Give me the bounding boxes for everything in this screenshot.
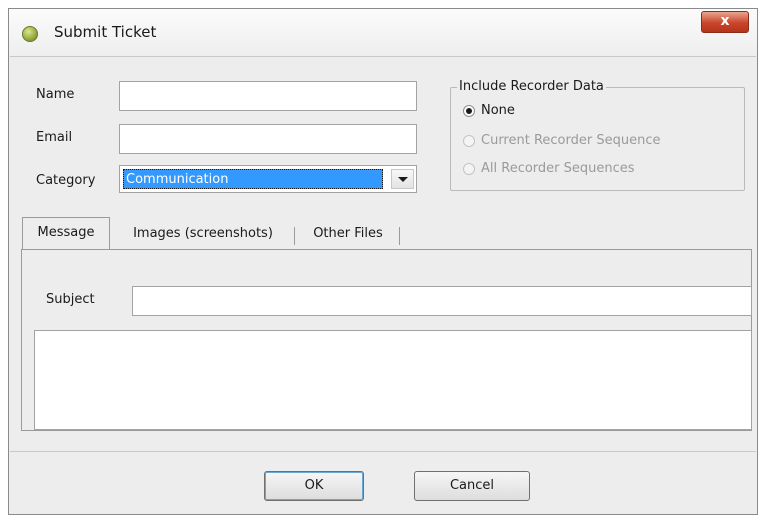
recorder-data-legend: Include Recorder Data xyxy=(457,79,606,94)
tab-images[interactable]: Images (screenshots) xyxy=(114,219,292,249)
submit-ticket-dialog: Submit Ticket x Name Email Category Comm… xyxy=(8,8,758,515)
radio-current-sequence-label: Current Recorder Sequence xyxy=(481,133,661,148)
email-input[interactable] xyxy=(119,124,417,154)
email-label: Email xyxy=(36,130,73,145)
subject-label: Subject xyxy=(46,292,95,307)
category-dropdown-button[interactable] xyxy=(391,169,414,189)
title-bar[interactable]: Submit Ticket x xyxy=(9,9,757,57)
tab-divider xyxy=(399,227,400,245)
dialog-body: Name Email Category Communication Includ… xyxy=(10,56,756,513)
category-label: Category xyxy=(36,173,96,188)
name-input[interactable] xyxy=(119,81,417,111)
footer-divider xyxy=(10,451,756,452)
category-selected-value: Communication xyxy=(123,169,383,189)
cancel-button[interactable]: Cancel xyxy=(414,471,530,501)
name-label: Name xyxy=(36,87,75,102)
app-icon xyxy=(22,26,38,42)
close-icon: x xyxy=(720,13,730,29)
message-tab-panel: Subject xyxy=(21,249,752,431)
radio-none[interactable] xyxy=(463,105,475,117)
close-button[interactable]: x xyxy=(701,11,749,33)
message-body-textarea[interactable] xyxy=(34,330,752,430)
chevron-down-icon xyxy=(398,177,408,182)
radio-all-sequences xyxy=(463,163,475,175)
recorder-data-group: Include Recorder Data None Current Recor… xyxy=(450,79,745,191)
ok-button[interactable]: OK xyxy=(264,471,364,501)
tab-divider xyxy=(294,227,295,245)
tab-other-files[interactable]: Other Files xyxy=(298,219,398,249)
radio-none-label[interactable]: None xyxy=(481,103,515,118)
radio-all-sequences-label: All Recorder Sequences xyxy=(481,161,635,176)
radio-current-sequence xyxy=(463,135,475,147)
subject-input[interactable] xyxy=(132,286,752,316)
window-title: Submit Ticket xyxy=(54,23,157,41)
tab-message[interactable]: Message xyxy=(22,217,110,249)
category-select[interactable]: Communication xyxy=(119,165,417,193)
